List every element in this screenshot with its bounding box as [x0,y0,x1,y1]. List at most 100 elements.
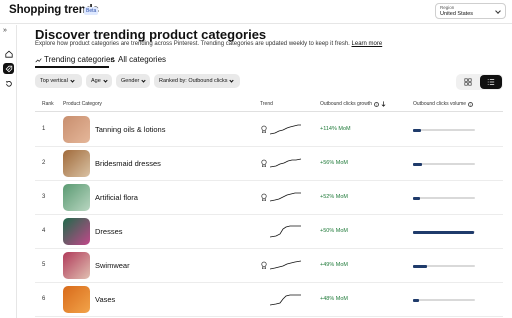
trend-sparkline [270,192,301,202]
growth-value: +52% MoM [320,194,348,200]
trend-sparkline [270,158,302,168]
volume-bar-fill [413,128,422,132]
tab-label: Trending categories [44,55,115,64]
table-row[interactable]: 3 Artificial flora +52% MoM [35,181,503,215]
tab-all-categories[interactable]: All categories [110,55,166,64]
growth-value: +56% MoM [320,160,348,166]
rank-number: 2 [42,160,46,166]
seasonal-badge-icon [261,159,267,167]
filter-ranked-by[interactable]: Ranked by: Outbound clicks [154,74,240,88]
table-row[interactable]: 6 Vases +48% MoM [35,283,503,317]
volume-bar-fill [413,298,420,302]
category-thumbnail [63,116,90,143]
top-bar: Shopping trends Beta Region United State… [0,0,512,24]
rank-number: 4 [42,228,46,234]
header-trend: Trend [260,101,273,107]
region-select[interactable]: Region United States [435,3,506,19]
sidebar: » [0,25,17,318]
filter-label: Age [91,78,101,84]
beta-badge: Beta [84,7,99,15]
sort-down-arrow-icon[interactable] [381,101,386,107]
category-thumbnail [63,286,90,313]
table-row[interactable]: 2 Bridesmaid dresses +56% MoM [35,147,503,181]
tab-trending-categories[interactable]: Trending categories [35,55,114,64]
info-icon[interactable]: i [468,101,474,107]
header-volume: Outbound clicks volume i [413,101,474,107]
rank-number: 5 [42,262,46,268]
chevron-down-icon [495,8,501,14]
filter-gender[interactable]: Gender [116,74,150,88]
growth-value: +49% MoM [320,262,348,268]
seasonal-badge-icon [261,125,267,133]
filter-label: Ranked by: Outbound clicks [159,78,228,84]
trend-sparkline [270,124,301,135]
category-name[interactable]: Tanning oils & lotions [95,125,165,134]
table-row[interactable]: 1 Tanning oils & lotions +114% MoM [35,113,503,147]
trend-sparkline [270,225,301,238]
filter-age[interactable]: Age [86,74,112,88]
volume-bar [413,264,475,268]
rank-number: 6 [42,296,46,302]
chevron-down-icon [70,77,75,83]
page-description: Explore how product categories are trend… [35,41,382,47]
category-thumbnail [63,218,90,245]
history-icon[interactable] [3,78,14,89]
volume-bar [413,196,475,200]
view-toggle [456,74,503,90]
volume-bar-fill [413,162,423,166]
seasonal-badge-icon [261,261,267,269]
region-label: Region [440,5,455,10]
chevron-down-icon [141,77,146,83]
chevron-down-icon [103,77,108,83]
volume-bar-fill [413,264,427,268]
seasonal-badge-icon [261,193,267,201]
volume-bar [413,128,475,132]
filter-top-vertical[interactable]: Top vertical [35,74,82,88]
trend-sparkline [270,294,301,306]
tab-label: All categories [118,55,167,64]
header-divider [35,111,503,112]
category-name[interactable]: Dresses [95,227,123,236]
growth-value: +114% MoM [320,126,351,132]
filter-label: Top vertical [40,78,68,84]
grid-view-icon[interactable] [457,75,479,89]
active-tab-indicator [35,66,109,68]
volume-bar-fill [413,230,474,234]
table-row[interactable]: 4 Dresses +50% MoM [35,215,503,249]
header-volume-label: Outbound clicks volume [413,101,467,107]
list-view-icon[interactable] [480,75,502,89]
header-rank: Rank [42,101,54,107]
volume-bar-fill [413,196,421,200]
info-icon[interactable]: i [373,101,379,107]
volume-bar [413,230,475,234]
category-thumbnail [63,252,90,279]
header-growth[interactable]: Outbound clicks growth i [320,101,386,107]
home-icon[interactable] [3,48,14,59]
trend-sparkline [270,260,302,270]
description-text: Explore how product categories are trend… [35,41,350,47]
trend-arrow-icon [35,57,42,62]
trends-tag-icon[interactable] [3,63,14,74]
category-thumbnail [63,184,90,211]
volume-bar [413,298,475,302]
category-name[interactable]: Swimwear [95,261,130,270]
category-name[interactable]: Vases [95,295,115,304]
table-row[interactable]: 5 Swimwear +49% MoM [35,249,503,283]
category-name[interactable]: Artificial flora [95,193,138,202]
region-value: United States [440,11,474,17]
category-name[interactable]: Bridesmaid dresses [95,159,161,168]
expand-sidebar-icon[interactable]: » [3,27,7,34]
growth-value: +48% MoM [320,296,348,302]
learn-more-link[interactable]: Learn more [352,41,383,47]
chevron-down-icon [229,77,235,83]
category-thumbnail [63,150,90,177]
rank-number: 1 [42,126,46,132]
volume-bar [413,162,475,166]
growth-value: +50% MoM [320,228,348,234]
page-title: Discover trending product categories [35,27,267,42]
rank-number: 3 [42,194,46,200]
header-growth-label: Outbound clicks growth [320,101,372,107]
header-category: Product Category [63,101,102,107]
filter-label: Gender [121,78,140,84]
refresh-icon [110,56,116,62]
